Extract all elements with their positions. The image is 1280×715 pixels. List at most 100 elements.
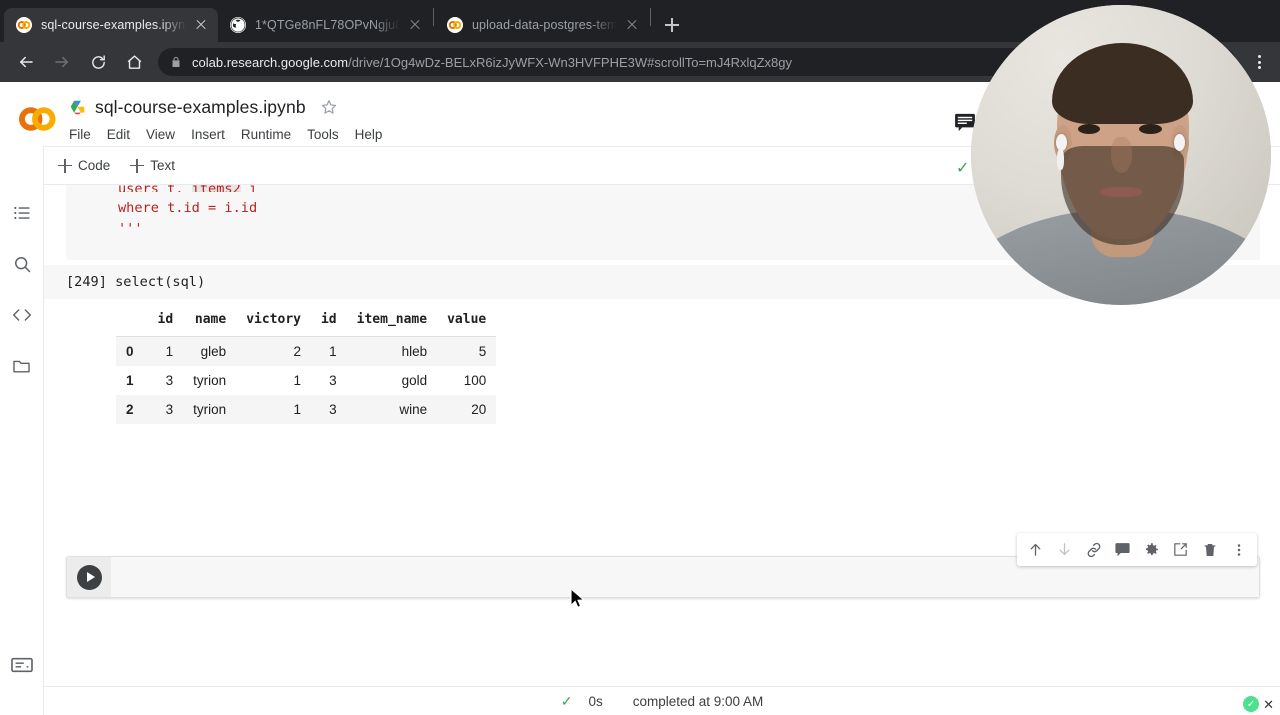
execution-source: select(sql) bbox=[115, 274, 206, 290]
mouse-cursor bbox=[570, 587, 586, 615]
webcam-eye-left bbox=[1077, 123, 1100, 134]
browser-tab-2[interactable]: 1*QTGe8nFL78OPvNgju8CUqg bbox=[218, 8, 432, 42]
cell-value: 20 bbox=[471, 402, 487, 417]
sidebar-item-table-of-contents[interactable] bbox=[10, 201, 34, 225]
menu-runtime[interactable]: Runtime bbox=[240, 125, 292, 144]
menu-edit[interactable]: Edit bbox=[106, 125, 131, 144]
code-line-1-post: i bbox=[241, 185, 257, 192]
dataframe-output: id name victory id item_name value 0 1 g bbox=[66, 305, 1260, 424]
table-row: 2 3 tyrion 1 3 wine 20 bbox=[116, 395, 497, 424]
dataframe-table: id name victory id item_name value 0 1 g bbox=[116, 305, 497, 424]
cell-name: gleb bbox=[200, 344, 227, 359]
col-id-1: id bbox=[147, 305, 184, 337]
new-tab-button[interactable] bbox=[658, 11, 686, 39]
plus-icon bbox=[130, 158, 145, 173]
cell-id-2: 1 bbox=[329, 344, 337, 359]
col-id-2: id bbox=[310, 305, 347, 337]
execution-count-and-source: [249] select(sql) bbox=[44, 274, 205, 290]
webcam-overlay bbox=[971, 5, 1271, 305]
browser-tab-3-title: upload-data-postgres-templat bbox=[472, 18, 617, 32]
cell-value: 5 bbox=[478, 344, 487, 359]
dataframe-body: 0 1 gleb 2 1 hleb 5 1 3 tyrion 1 3 gold … bbox=[116, 336, 497, 424]
browser-tab-1-title: sql-course-examples.ipynb - C bbox=[41, 18, 186, 32]
add-text-cell-button[interactable]: Text bbox=[130, 158, 175, 173]
sidebar-item-terminal[interactable] bbox=[10, 655, 34, 679]
cell-id-1: 3 bbox=[165, 373, 174, 388]
menu-view[interactable]: View bbox=[145, 125, 176, 144]
cell-name: tyrion bbox=[193, 402, 227, 417]
cell-victory: 2 bbox=[293, 344, 301, 359]
status-message: completed at 9:00 AM bbox=[632, 693, 764, 709]
webcam-brow-right bbox=[1136, 110, 1168, 118]
plus-icon bbox=[58, 158, 72, 173]
arrow-up-icon[interactable] bbox=[1022, 536, 1049, 563]
cell-name: tyrion bbox=[193, 373, 227, 388]
forward-arrow-icon[interactable] bbox=[47, 47, 77, 77]
webcam-mouth bbox=[1100, 186, 1142, 198]
code-line-1-highlight: items2 bbox=[191, 185, 241, 192]
table-header-row: id name victory id item_name value bbox=[116, 305, 497, 337]
browser-window: sql-course-examples.ipynb - C 1*QTGe8nFL… bbox=[0, 0, 1280, 715]
browser-tab-3[interactable]: upload-data-postgres-templat bbox=[435, 8, 649, 42]
menu-insert[interactable]: Insert bbox=[190, 125, 226, 144]
comment-icon[interactable] bbox=[1109, 536, 1136, 563]
arrow-down-icon[interactable] bbox=[1051, 536, 1078, 563]
cell-toolbar bbox=[1017, 533, 1257, 566]
col-name: name bbox=[183, 305, 237, 337]
cell-id-1: 1 bbox=[165, 344, 174, 359]
close-icon[interactable]: ✕ bbox=[1263, 698, 1274, 711]
webcam-earbud-stem bbox=[1056, 149, 1064, 170]
close-icon[interactable] bbox=[192, 16, 210, 34]
gear-icon[interactable] bbox=[1138, 536, 1165, 563]
trash-icon[interactable] bbox=[1196, 536, 1223, 563]
add-text-cell-label: Text bbox=[150, 158, 176, 173]
url-path: /drive/1Og4wDz-BELxR6izJyWFX-Wn3HVFPHE3W… bbox=[348, 54, 793, 70]
lock-icon bbox=[170, 56, 182, 68]
link-icon[interactable] bbox=[1080, 536, 1107, 563]
menu-tools[interactable]: Tools bbox=[306, 125, 340, 144]
cell-id-1: 3 bbox=[165, 402, 174, 417]
browser-tab-1[interactable]: sql-course-examples.ipynb - C bbox=[4, 8, 218, 42]
cell-victory: 1 bbox=[293, 373, 301, 388]
cell-value: 100 bbox=[463, 373, 487, 388]
cell-index: 2 bbox=[126, 402, 134, 417]
back-arrow-icon[interactable] bbox=[11, 47, 41, 77]
table-row: 0 1 gleb 2 1 hleb 5 bbox=[116, 336, 497, 366]
connected-check-icon: ✓ bbox=[956, 160, 970, 177]
cell-index: 1 bbox=[126, 373, 134, 388]
sidebar-item-files[interactable] bbox=[10, 354, 34, 378]
image-globe-icon bbox=[230, 17, 246, 33]
menu-help[interactable]: Help bbox=[354, 125, 384, 144]
cell-id-2: 3 bbox=[329, 373, 337, 388]
url-host: colab.research.google.com bbox=[192, 54, 349, 70]
webcam-brow-left bbox=[1073, 110, 1105, 118]
home-icon[interactable] bbox=[119, 47, 149, 77]
menu-file[interactable]: File bbox=[68, 125, 92, 144]
run-cell-play-icon[interactable] bbox=[76, 564, 102, 590]
cell-id-2: 3 bbox=[329, 402, 337, 417]
colab-icon bbox=[447, 17, 463, 33]
table-row: 1 3 tyrion 1 3 gold 100 bbox=[116, 366, 496, 395]
watermark-badge-icon: ✓ bbox=[1243, 696, 1260, 712]
close-icon[interactable] bbox=[623, 16, 641, 34]
sidebar-item-code-snippets[interactable] bbox=[10, 303, 34, 327]
open-in-new-icon[interactable] bbox=[1167, 536, 1194, 563]
sidebar-item-search[interactable] bbox=[10, 252, 34, 276]
cell-victory: 1 bbox=[293, 402, 301, 417]
webcam-earbud-right bbox=[1174, 134, 1186, 151]
reload-icon[interactable] bbox=[83, 47, 113, 77]
col-value: value bbox=[437, 305, 497, 337]
add-code-cell-button[interactable]: Code bbox=[58, 158, 110, 173]
close-icon[interactable] bbox=[406, 16, 424, 34]
cell-item-name: wine bbox=[399, 402, 428, 417]
colab-sidebar bbox=[0, 146, 44, 715]
colab-co-logo-icon[interactable] bbox=[14, 96, 60, 142]
google-drive-icon bbox=[68, 98, 87, 117]
more-vert-icon[interactable] bbox=[1225, 536, 1252, 563]
add-code-cell-label: Code bbox=[78, 158, 111, 173]
star-outline-icon[interactable] bbox=[320, 98, 338, 116]
dataframe-header: id name victory id item_name value bbox=[116, 305, 497, 337]
cell-item-name: hleb bbox=[401, 344, 428, 359]
code-line-1-pre: users t, bbox=[118, 185, 192, 192]
page-title[interactable]: sql-course-examples.ipynb bbox=[95, 97, 306, 118]
